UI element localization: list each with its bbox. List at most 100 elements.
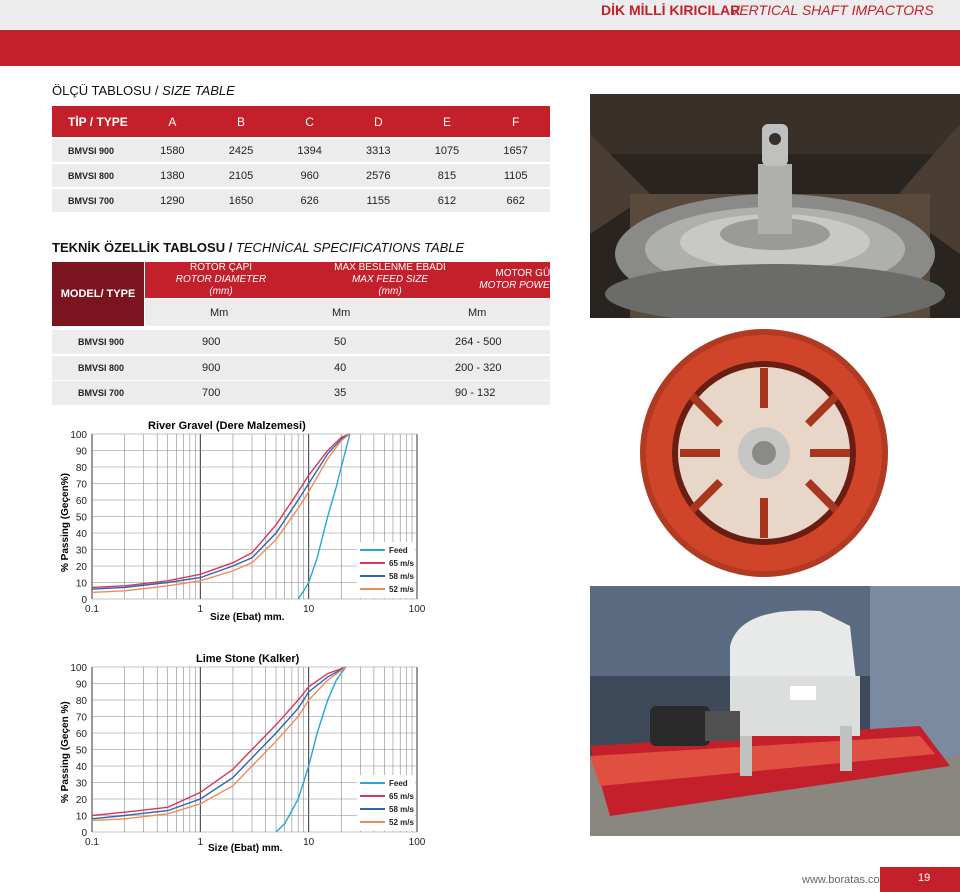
size-table-title-en: SIZE TABLE	[162, 83, 235, 98]
spec-col-motor-tr: MOTOR GÜCÜ	[495, 268, 565, 279]
lime-stone-chart-svg: Lime Stone (Kalker) % Passing (Geçen %) …	[60, 653, 426, 854]
footer-page-number: 19	[880, 867, 960, 892]
table-cell: 612	[412, 187, 482, 212]
y-tick-label: 90	[76, 680, 88, 691]
series-line	[91, 433, 351, 594]
header-red-band	[0, 30, 960, 66]
table-cell: 50	[334, 336, 347, 348]
crusher-machine-photo	[590, 586, 960, 836]
river-gravel-chart: River Gravel (Dere Malzemesi) % Passing …	[52, 412, 427, 627]
spec-table-header: MODEL/ TYPE ROTOR ÇAPI ROTOR DIAMETER (m…	[52, 262, 581, 326]
chart-ylabel: % Passing (Geçen %)	[60, 701, 71, 803]
table-cell: 2105	[206, 162, 276, 188]
legend-label: 65 m/s	[389, 559, 414, 568]
y-tick-label: 60	[76, 729, 88, 740]
page-number: 19	[918, 872, 931, 884]
y-tick-label: 40	[76, 529, 88, 540]
spec-table-title: TEKNİK ÖZELLİK TABLOSU / TECHNİCAL SPECI…	[52, 240, 464, 255]
rotor-housing-photo	[638, 326, 891, 580]
table-cell: 700	[202, 387, 221, 399]
table-cell: 2576	[343, 162, 413, 188]
size-header-d: D	[343, 106, 413, 138]
table-row: BMVSI 700 1290 1650 626 1155 612 662	[52, 187, 550, 212]
table-cell: 200 - 320	[455, 362, 502, 374]
chart-title: River Gravel (Dere Malzemesi)	[148, 420, 306, 432]
spec-col-feed-unit: (mm)	[378, 286, 402, 297]
size-header-c: C	[275, 106, 344, 138]
table-row: BMVSI 700 700 35 90 - 132	[52, 381, 550, 405]
spec-model-label: MODEL/ TYPE	[52, 262, 144, 326]
spec-col-feed: MAX BESLENME EBADI MAX FEED SIZE (mm)	[325, 262, 455, 298]
table-row: BMVSI 800 900 40 200 - 320	[52, 356, 550, 380]
y-tick-label: 50	[76, 513, 88, 524]
lime-stone-chart: Lime Stone (Kalker) % Passing (Geçen %) …	[52, 645, 427, 860]
spec-unit-motor: Mm	[468, 307, 487, 319]
table-cell: 1380	[138, 162, 207, 188]
spec-col-rotor-en: ROTOR DIAMETER (mm)	[175, 274, 267, 297]
size-header-f: F	[481, 106, 550, 138]
table-cell: 662	[481, 187, 550, 212]
table-cell: 1650	[206, 187, 276, 212]
table-cell: 1657	[481, 137, 550, 163]
legend-label: 52 m/s	[389, 818, 414, 827]
table-cell: 815	[412, 162, 482, 188]
chart-xlabel: Size (Ebat) mm.	[210, 612, 285, 623]
chart-xlabel: Size (Ebat) mm.	[208, 843, 283, 854]
y-tick-label: 10	[76, 579, 88, 590]
table-cell: 1394	[275, 137, 344, 163]
size-header-a: A	[138, 106, 207, 138]
spec-col-feed-tr: MAX BESLENME EBADI	[334, 262, 446, 273]
series-line	[91, 433, 351, 589]
y-tick-label: 70	[76, 713, 88, 724]
x-tick-label: 10	[303, 837, 315, 848]
x-tick-label: 0.1	[85, 604, 99, 615]
y-tick-label: 30	[76, 546, 88, 557]
table-cell: 3313	[343, 137, 413, 163]
spec-col-motor-en: MOTOR POWER (kW)	[479, 280, 581, 291]
y-tick-label: 20	[76, 795, 88, 806]
table-cell: 960	[275, 162, 344, 188]
y-tick-label: 100	[70, 430, 87, 441]
series-line	[91, 666, 347, 820]
legend-label: Feed	[389, 779, 408, 788]
spec-col-rotor: ROTOR ÇAPI ROTOR DIAMETER (mm)	[165, 262, 277, 298]
header-title-tr: DİK MİLLİ KIRICILAR	[601, 2, 741, 18]
x-tick-label: 100	[409, 837, 426, 848]
header-bar: DİK MİLLİ KIRICILAR VERTICAL SHAFT IMPAC…	[0, 0, 960, 30]
spec-units-row: Mm Mm Mm	[145, 299, 550, 326]
size-table-header: TİP / TYPE A B C D E F	[52, 106, 550, 138]
table-cell: 40	[334, 362, 347, 374]
spec-unit-rotor: Mm	[210, 307, 229, 319]
table-cell: 1105	[481, 162, 550, 188]
x-tick-label: 10	[303, 604, 315, 615]
table-cell: BMVSI 700	[52, 187, 138, 212]
y-tick-label: 10	[76, 812, 88, 823]
table-row: BMVSI 900 1580 2425 1394 3313 1075 1657	[52, 137, 550, 163]
spec-header-red: ROTOR ÇAPI ROTOR DIAMETER (mm) MAX BESLE…	[145, 262, 581, 298]
table-cell: 1290	[138, 187, 207, 212]
y-tick-label: 20	[76, 562, 88, 573]
table-cell: 900	[202, 336, 221, 348]
table-cell: 264 - 500	[455, 336, 502, 348]
spec-unit-feed: Mm	[332, 307, 351, 319]
y-tick-label: 40	[76, 762, 88, 773]
y-tick-label: 80	[76, 463, 88, 474]
x-tick-label: 100	[409, 604, 426, 615]
x-tick-label: 1	[198, 837, 204, 848]
y-tick-label: 60	[76, 496, 88, 507]
table-cell: 90 - 132	[455, 387, 496, 399]
x-tick-label: 1	[198, 604, 204, 615]
table-cell: 1580	[138, 137, 207, 163]
size-header-e: E	[412, 106, 482, 138]
header-title-en: VERTICAL SHAFT IMPACTORS	[730, 2, 934, 18]
y-tick-label: 30	[76, 779, 88, 790]
spec-col-motor: MOTOR GÜCÜ MOTOR POWER (kW)	[465, 262, 595, 298]
spec-table-title-en: TECHNİCAL SPECIFICATIONS TABLE	[235, 240, 465, 255]
series-line	[91, 666, 347, 822]
rotor-photo	[590, 94, 960, 318]
legend-label: 65 m/s	[389, 792, 414, 801]
y-tick-label: 50	[76, 746, 88, 757]
size-table-title: ÖLÇÜ TABLOSU / SIZE TABLE	[52, 83, 235, 98]
table-cell: BMVSI 800	[52, 162, 138, 188]
x-tick-label: 0.1	[85, 837, 99, 848]
